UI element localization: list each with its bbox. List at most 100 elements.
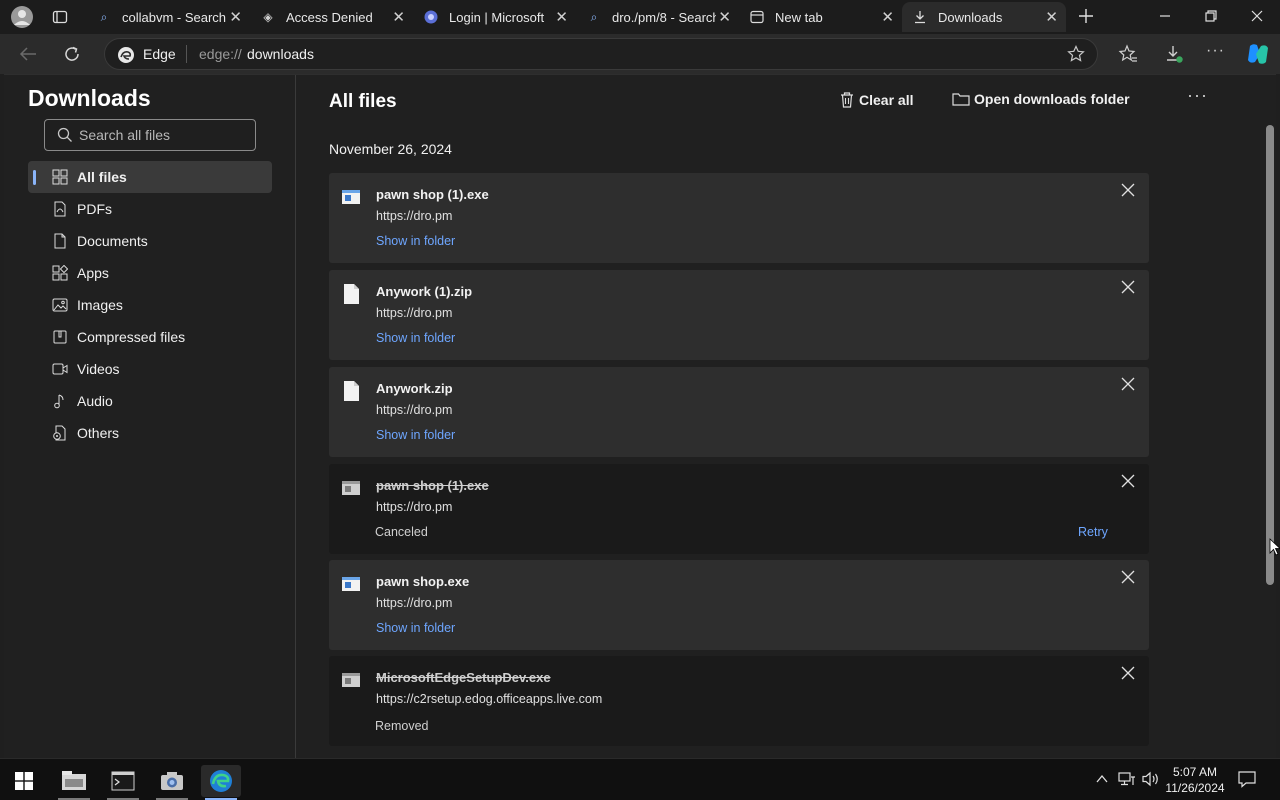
remove-download-icon[interactable] (1121, 377, 1135, 391)
tab-dro-search[interactable]: ⌕ dro./pm/8 - Search ✕ (576, 2, 739, 32)
close-icon[interactable]: ✕ (392, 8, 405, 26)
downloads-page: Downloads Search all files All files PDF… (4, 74, 1276, 759)
tab-new-tab[interactable]: New tab ✕ (739, 2, 902, 32)
url-path: downloads (247, 46, 314, 62)
search-input[interactable]: Search all files (44, 119, 256, 151)
sidebar-item-apps[interactable]: Apps (28, 257, 272, 289)
remove-download-icon[interactable] (1121, 666, 1135, 680)
clear-all-button[interactable]: Clear all (839, 91, 913, 109)
open-downloads-folder-button[interactable]: Open downloads folder (952, 91, 1130, 107)
sidebar-item-compressed[interactable]: Compressed files (28, 321, 272, 353)
sidebar-item-images[interactable]: Images (28, 289, 272, 321)
sidebar-item-audio[interactable]: Audio (28, 385, 272, 417)
edge-logo-icon (117, 46, 135, 69)
settings-more-icon[interactable]: ··· (1206, 42, 1225, 60)
sidebar-item-all-files[interactable]: All files (28, 161, 272, 193)
profile-avatar[interactable] (10, 5, 34, 34)
file-name: pawn shop (1).exe (376, 478, 489, 493)
folder-icon (952, 93, 970, 106)
download-item-canceled: pawn shop (1).exe https://dro.pm Cancele… (329, 464, 1149, 554)
file-explorer-icon[interactable] (54, 765, 94, 800)
more-options-icon[interactable]: ··· (1187, 85, 1208, 106)
network-icon[interactable] (1118, 771, 1136, 792)
notification-center-icon[interactable] (1238, 770, 1256, 793)
page-scrollbar[interactable] (1266, 125, 1274, 585)
close-window-button[interactable] (1250, 9, 1264, 28)
close-icon[interactable]: ✕ (881, 8, 894, 26)
exe-icon (341, 574, 361, 594)
sidebar-item-label: Audio (77, 393, 113, 409)
document-icon (52, 233, 68, 249)
volume-icon[interactable] (1142, 771, 1160, 792)
show-in-folder-link[interactable]: Show in folder (376, 621, 455, 635)
tab-login-microsoft[interactable]: Login | Microsoft 365 ✕ (413, 2, 576, 32)
close-icon[interactable]: ✕ (229, 8, 242, 26)
copilot-icon[interactable] (1245, 42, 1271, 71)
system-clock[interactable]: 5:07 AM 11/26/2024 (1160, 764, 1230, 796)
sidebar-item-label: PDFs (77, 201, 112, 217)
edge-taskbar-icon[interactable] (201, 765, 241, 800)
tab-strip: ⌕ collabvm - Search ✕ ◈ Access Denied ✕ … (0, 0, 1280, 34)
downloads-sidebar: Downloads Search all files All files PDF… (4, 75, 296, 759)
tab-actions-icon[interactable] (52, 9, 68, 30)
new-tab-button[interactable] (1077, 7, 1095, 30)
tab-access-denied[interactable]: ◈ Access Denied ✕ (250, 2, 413, 32)
search-icon (57, 127, 73, 146)
retry-link[interactable]: Retry (1078, 525, 1108, 539)
sidebar-item-label: Images (77, 297, 123, 313)
favorites-icon[interactable] (1118, 44, 1138, 69)
close-icon[interactable]: ✕ (555, 8, 568, 26)
browser-toolbar: Edge edge:// downloads ··· (0, 34, 1280, 74)
url-prefix: edge:// (199, 46, 242, 62)
file-source-url: https://dro.pm (376, 596, 453, 610)
show-in-folder-link[interactable]: Show in folder (376, 331, 455, 345)
refresh-icon[interactable] (62, 44, 82, 69)
remove-download-icon[interactable] (1121, 474, 1135, 488)
video-icon (52, 361, 68, 377)
file-source-url: https://dro.pm (376, 306, 453, 320)
close-icon[interactable]: ✕ (718, 8, 731, 26)
back-icon[interactable] (18, 45, 38, 68)
pdf-icon (52, 201, 68, 217)
download-item: Anywork.zip https://dro.pm Show in folde… (329, 367, 1149, 457)
sidebar-item-documents[interactable]: Documents (28, 225, 272, 257)
tab-downloads[interactable]: Downloads ✕ (902, 2, 1066, 32)
exe-icon (341, 187, 361, 207)
sidebar-item-label: All files (77, 169, 127, 185)
download-status: Removed (375, 719, 429, 733)
address-bar[interactable]: Edge edge:// downloads (104, 38, 1098, 70)
show-in-folder-link[interactable]: Show in folder (376, 234, 455, 248)
sidebar-item-videos[interactable]: Videos (28, 353, 272, 385)
file-icon (341, 284, 361, 304)
trash-icon (841, 92, 853, 108)
remove-download-icon[interactable] (1121, 280, 1135, 294)
minimize-button[interactable] (1158, 9, 1172, 28)
tab-collabvm-search[interactable]: ⌕ collabvm - Search ✕ (86, 2, 250, 32)
windows-start-icon[interactable] (4, 765, 44, 797)
sidebar-item-pdfs[interactable]: PDFs (28, 193, 272, 225)
close-icon[interactable]: ✕ (1045, 8, 1058, 26)
clock-time: 5:07 AM (1172, 765, 1218, 779)
microsoft-icon (423, 9, 439, 25)
sidebar-item-others[interactable]: Others (28, 417, 272, 449)
downloads-toolbar-icon[interactable] (1164, 44, 1184, 69)
remove-download-icon[interactable] (1121, 570, 1135, 584)
file-name: Anywork.zip (376, 381, 453, 396)
selected-indicator (33, 170, 36, 185)
file-icon (341, 381, 361, 401)
sidebar-item-label: Videos (77, 361, 120, 377)
newtab-icon (749, 9, 765, 25)
camera-app-icon[interactable] (152, 765, 192, 800)
sidebar-title: Downloads (28, 85, 151, 111)
terminal-icon[interactable] (103, 765, 143, 800)
clock-date: 11/26/2024 (1165, 781, 1225, 795)
remove-download-icon[interactable] (1121, 183, 1135, 197)
restore-button[interactable] (1204, 9, 1218, 28)
image-icon (52, 297, 68, 313)
show-in-folder-link[interactable]: Show in folder (376, 428, 455, 442)
tray-chevron-up-icon[interactable] (1095, 772, 1109, 791)
audio-icon (52, 393, 68, 409)
file-source-url: https://dro.pm (376, 500, 453, 514)
favorite-star-icon[interactable] (1067, 45, 1085, 68)
search-icon: ⌕ (100, 9, 108, 24)
